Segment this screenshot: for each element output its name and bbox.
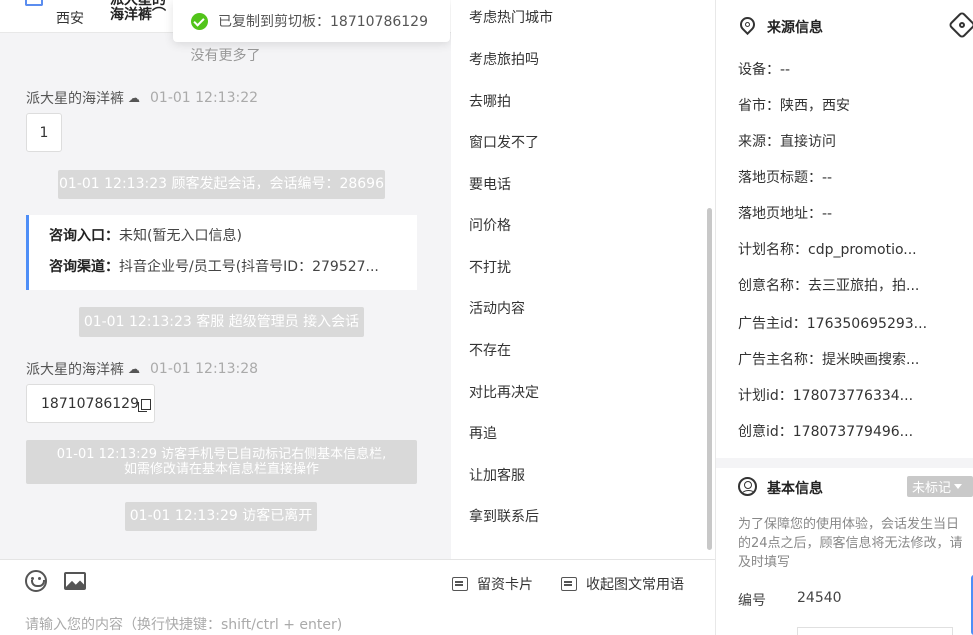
phrase-item[interactable]: 问价格 bbox=[469, 215, 511, 235]
system-message: 01-01 12:13:23 顾客发起会话，会话编号：28696 bbox=[58, 170, 385, 199]
consult-channel-row: 咨询渠道： 抖音企业号/员工号(抖音号ID：279527... bbox=[49, 259, 417, 275]
message-sender: 派大星的海洋裤 ☁ 01-01 12:13:22 bbox=[26, 88, 258, 108]
number-label: 编号 bbox=[738, 593, 766, 609]
section-divider bbox=[716, 458, 973, 468]
visitor-name: 派大星的海洋裤⌒ bbox=[110, 0, 166, 23]
cloud-icon: ☁ bbox=[128, 91, 140, 105]
message-bubble[interactable]: 1 bbox=[26, 113, 62, 152]
phrase-item[interactable]: 考虑热门城市 bbox=[469, 7, 553, 27]
collapse-phrases-label: 收起图文常用语 bbox=[586, 577, 684, 593]
source-landing-title: 落地页标题：-- bbox=[738, 170, 833, 186]
tag-dropdown-label: 未标记 bbox=[912, 481, 952, 496]
system-message: 01-01 12:13:29 访客手机号已自动标记右侧基本信息栏, 如需修改请在… bbox=[26, 440, 417, 484]
image-icon[interactable] bbox=[64, 572, 86, 590]
visitor-info-panel: 来源信息 设备：-- 省市：陕西，西安 来源：直接访问 落地页标题：-- 落地页… bbox=[715, 0, 973, 635]
consult-entry-label: 咨询入口： bbox=[49, 228, 119, 244]
source-creative-id: 创意id：178073779496... bbox=[738, 424, 914, 440]
system-message-line: 如需修改请在基本信息栏直接操作 bbox=[123, 462, 319, 477]
collapse-phrases-button[interactable]: 收起图文常用语 bbox=[561, 574, 684, 594]
user-icon bbox=[738, 477, 757, 496]
source-advertiser-id: 广告主id：176350695293... bbox=[738, 316, 928, 332]
consult-info-card: 咨询入口： 未知(暂无入口信息) 咨询渠道： 抖音企业号/员工号(抖音号ID：2… bbox=[26, 215, 417, 290]
location-pin-icon bbox=[736, 13, 759, 36]
toast-text: 已复制到剪切板：18710786129 bbox=[218, 14, 428, 30]
phrase-item[interactable]: 窗口发不了 bbox=[469, 132, 539, 152]
phrase-item[interactable]: 再追 bbox=[469, 423, 497, 443]
phrase-item[interactable]: 去哪拍 bbox=[469, 91, 511, 111]
card-icon bbox=[452, 577, 468, 591]
phone-message-bubble[interactable]: 18710786129 bbox=[26, 384, 155, 423]
source-device: 设备：-- bbox=[738, 62, 791, 78]
number-value: 24540 bbox=[797, 590, 842, 606]
tag-dropdown[interactable]: 未标记 bbox=[907, 476, 973, 497]
consult-channel-value: 抖音企业号/员工号(抖音号ID：279527... bbox=[119, 259, 379, 275]
source-plan-id: 计划id：178073776334... bbox=[738, 388, 914, 404]
monitor-icon bbox=[25, 0, 43, 6]
message-time: 01-01 12:13:28 bbox=[150, 361, 259, 377]
phrase-item[interactable]: 不打扰 bbox=[469, 257, 511, 277]
sender-name: 派大星的海洋裤 bbox=[26, 362, 124, 378]
edit-notice: 为了保障您的使用体验，会话发生当日的24点之后，顾客信息将无法修改，请及时填写 bbox=[738, 517, 963, 570]
copy-toast: 已复制到剪切板：18710786129 bbox=[173, 0, 450, 42]
visitor-city: 西安 bbox=[56, 11, 84, 27]
consult-channel-label: 咨询渠道： bbox=[49, 259, 119, 275]
message-input[interactable]: 请输入您的内容（换行快捷键：shift/ctrl + enter) bbox=[25, 614, 342, 634]
message-text: 18710786129 bbox=[41, 395, 139, 412]
consult-entry-row: 咨询入口： 未知(暂无入口信息) bbox=[49, 228, 417, 244]
message-icon bbox=[561, 577, 577, 591]
consult-entry-value: 未知(暂无入口信息) bbox=[119, 228, 242, 244]
source-info-title: 来源信息 bbox=[767, 20, 823, 36]
basic-info-title: 基本信息 bbox=[767, 481, 823, 497]
sender-name: 派大星的海洋裤 bbox=[26, 91, 124, 107]
phrase-item[interactable]: 考虑旅拍吗 bbox=[469, 49, 539, 69]
phrase-item[interactable]: 要电话 bbox=[469, 174, 511, 194]
caret-down-icon bbox=[954, 484, 963, 489]
source-creative-name: 创意名称：去三亚旅拍，拍... bbox=[738, 278, 920, 294]
source-advertiser-name: 广告主名称：提米映画搜索... bbox=[738, 352, 920, 368]
message-time: 01-01 12:13:22 bbox=[150, 90, 259, 106]
phrase-item[interactable]: 让加客服 bbox=[469, 465, 525, 485]
system-message: 01-01 12:13:29 访客已离开 bbox=[125, 502, 317, 531]
message-input-area: 留资卡片 收起图文常用语 请输入您的内容（换行快捷键：shift/ctrl + … bbox=[0, 559, 715, 635]
lead-card-label: 留资卡片 bbox=[477, 577, 533, 593]
quick-phrases-panel: 考虑热门城市 考虑旅拍吗 去哪拍 窗口发不了 要电话 问价格 不打扰 活动内容 … bbox=[451, 0, 715, 559]
system-message: 01-01 12:13:23 客服 超级管理员 接入会话 bbox=[79, 307, 364, 337]
emoji-icon[interactable] bbox=[25, 570, 47, 592]
source-province: 省市：陕西，西安 bbox=[738, 98, 850, 114]
lead-card-button[interactable]: 留资卡片 bbox=[452, 574, 533, 594]
chat-panel: 西安 派大星的海洋裤⌒ 没有更多了 派大星的海洋裤 ☁ 01-01 12:13:… bbox=[0, 0, 451, 559]
message-sender: 派大星的海洋裤 ☁ 01-01 12:13:28 bbox=[26, 359, 258, 379]
phrase-item[interactable]: 拿到联系后 bbox=[469, 506, 539, 526]
basic-info-input[interactable] bbox=[797, 627, 953, 635]
source-plan-name: 计划名称：cdp_promotio... bbox=[738, 242, 917, 258]
copy-icon[interactable] bbox=[137, 399, 151, 412]
no-more-label: 没有更多了 bbox=[190, 48, 261, 64]
check-circle-icon bbox=[191, 12, 208, 30]
view-icon[interactable] bbox=[947, 10, 973, 40]
phrase-item[interactable]: 不存在 bbox=[469, 340, 511, 360]
cloud-icon: ☁ bbox=[128, 362, 140, 376]
system-message-line: 01-01 12:13:29 访客手机号已自动标记右侧基本信息栏, bbox=[56, 447, 387, 462]
source-origin: 来源：直接访问 bbox=[738, 134, 836, 150]
phrase-item[interactable]: 活动内容 bbox=[469, 298, 525, 318]
phrases-scrollbar[interactable] bbox=[707, 208, 712, 550]
source-landing-url: 落地页地址：-- bbox=[738, 206, 833, 222]
phrase-item[interactable]: 对比再决定 bbox=[469, 382, 539, 402]
